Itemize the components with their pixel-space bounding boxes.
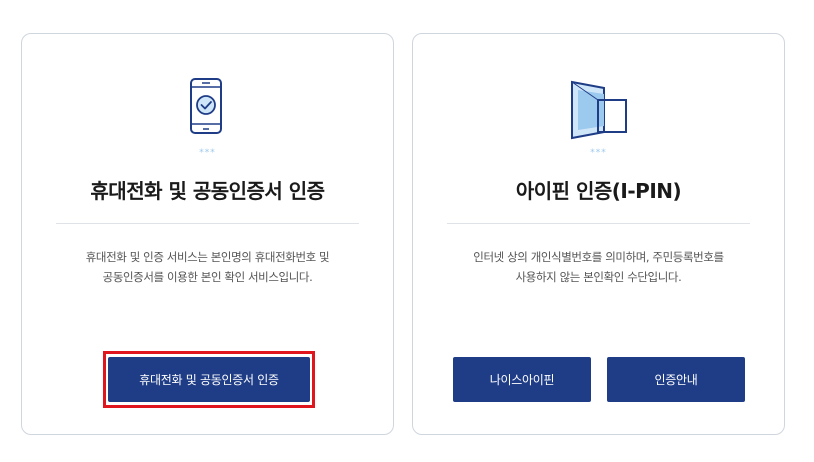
card-title: 아이핀 인증(I-PIN) <box>515 179 682 203</box>
description-line: 휴대전화 및 인증 서비스는 본인명의 휴대전화번호 및 <box>85 250 330 264</box>
card-description: 휴대전화 및 인증 서비스는 본인명의 휴대전화번호 및 공동인증서를 이용한 … <box>32 247 383 287</box>
divider <box>447 223 750 224</box>
description-line: 인터넷 상의 개인식별번호를 의미하며, 주민등록번호를 <box>473 250 724 264</box>
ipin-card: *** 아이핀 인증(I-PIN) 인터넷 상의 개인식별번호를 의미하며, 주… <box>412 33 785 435</box>
smartphone-check-icon <box>22 78 393 140</box>
mobile-cert-card: *** 휴대전화 및 공동인증서 인증 휴대전화 및 인증 서비스는 본인명의 … <box>21 33 394 435</box>
mobile-cert-auth-button[interactable]: 휴대전화 및 공동인증서 인증 <box>108 357 310 402</box>
card-description: 인터넷 상의 개인식별번호를 의미하며, 주민등록번호를 사용하지 않는 본인확… <box>423 247 774 287</box>
decorative-dots: *** <box>199 148 216 158</box>
decorative-dots: *** <box>590 148 607 158</box>
nice-ipin-button[interactable]: 나이스아이핀 <box>453 357 591 402</box>
divider <box>56 223 359 224</box>
description-line: 공동인증서를 이용한 본인 확인 서비스입니다. <box>102 270 313 284</box>
card-title: 휴대전화 및 공동인증서 인증 <box>90 179 325 203</box>
ipin-window-icon <box>413 78 784 140</box>
description-line: 사용하지 않는 본인확인 수단입니다. <box>515 270 682 284</box>
auth-guide-button[interactable]: 인증안내 <box>607 357 745 402</box>
